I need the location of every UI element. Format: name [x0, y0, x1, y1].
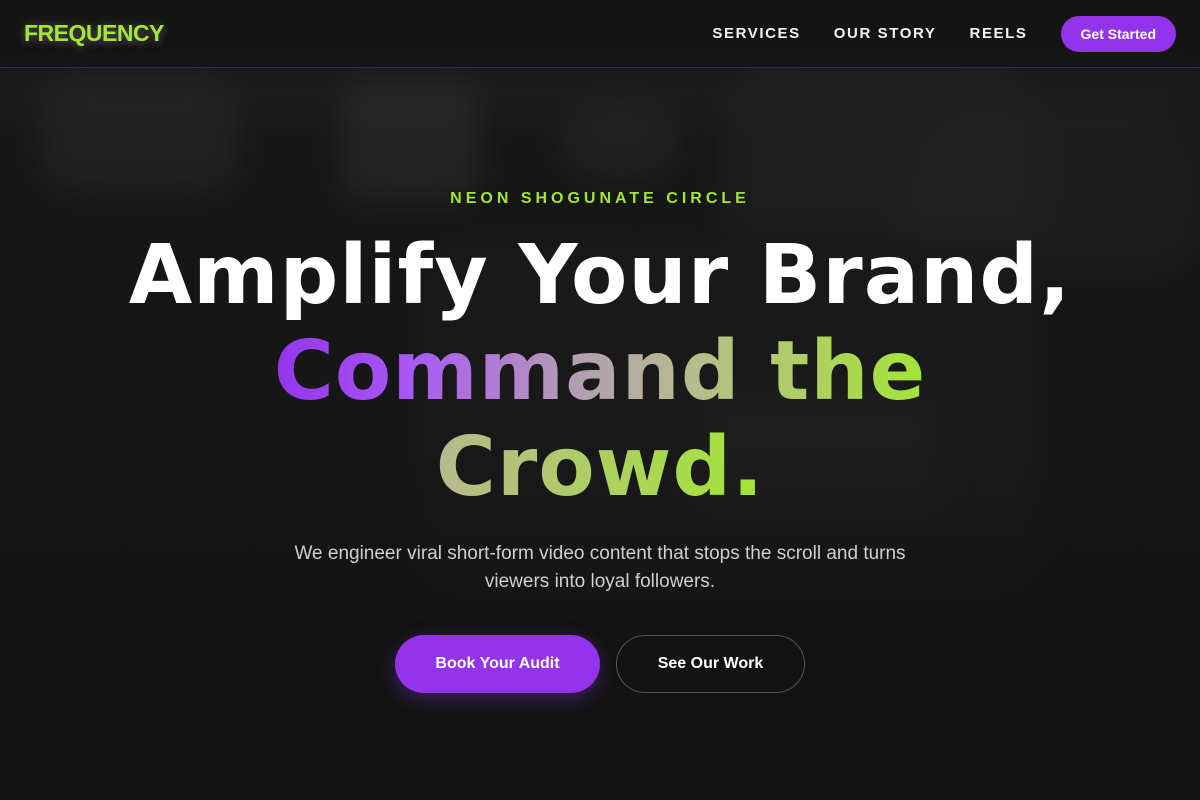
book-audit-button[interactable]: Book Your Audit	[395, 635, 600, 693]
hero-subtitle: We engineer viral short-form video conte…	[0, 540, 1200, 596]
headline-line-2: Command the	[270, 324, 930, 420]
headline-line-1: Amplify Your Brand,	[128, 228, 1072, 323]
hero-subtitle-text: We engineer viral short-form video conte…	[294, 543, 906, 592]
hero-buttons: Book Your Audit See Our Work	[0, 635, 1200, 693]
see-our-work-button[interactable]: See Our Work	[616, 635, 805, 693]
hero-section: NEON SHOGUNATE CIRCLE Amplify Your Brand…	[0, 0, 1200, 800]
hero-headline: Amplify Your Brand, Command the Crowd.	[0, 228, 1200, 516]
hero-eyebrow: NEON SHOGUNATE CIRCLE	[450, 190, 750, 207]
headline-line-3: Crowd.	[435, 420, 765, 515]
